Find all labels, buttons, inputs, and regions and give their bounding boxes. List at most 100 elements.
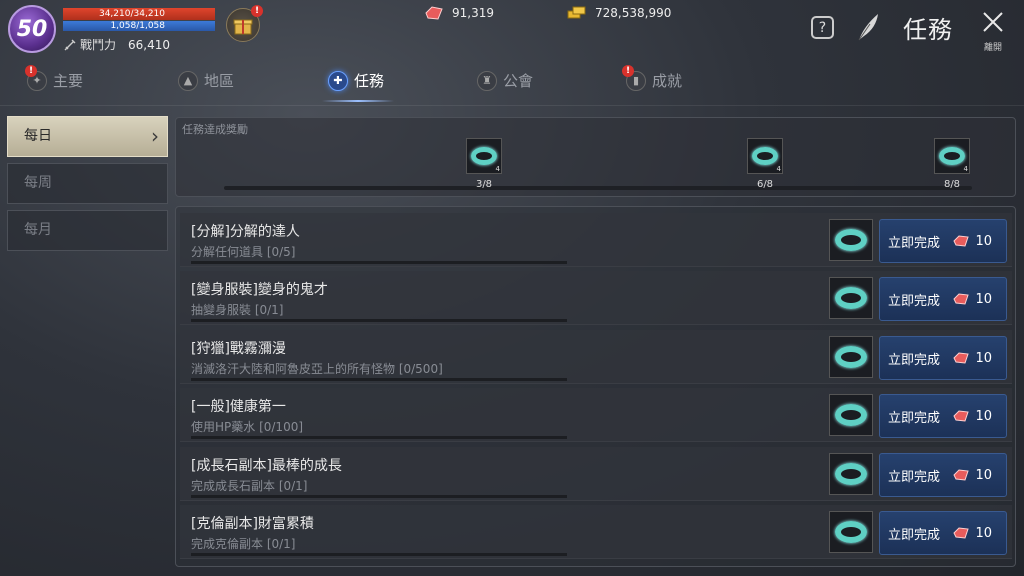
tab-region[interactable]: ▲ 地區	[178, 70, 234, 91]
level-value: 50	[16, 16, 48, 42]
quest-name: [變身服裝]變身的鬼才	[191, 282, 328, 298]
ring-reward-icon	[829, 511, 873, 553]
quest-progress-bar	[191, 319, 567, 322]
tab-guild[interactable]: ♜ 公會	[477, 70, 533, 91]
tab-bar: ✦ ! 主要 ▲ 地區 ✚ 任務 ♜ 公會 ▮ ! 成就	[0, 62, 1024, 106]
quest-name: [分解]分解的達人	[191, 224, 300, 240]
help-button[interactable]: ?	[811, 16, 834, 39]
ring-reward-icon	[829, 219, 873, 261]
quill-button[interactable]	[856, 12, 882, 46]
mp-bar: 1,058/1,058	[63, 21, 215, 31]
quest-row[interactable]: [狩獵]戰霧瀰漫 消滅洛汗大陸和阿魯皮亞上的所有怪物 [0/500] 立即完成 …	[180, 330, 1012, 384]
quest-name: [成長石副本]最棒的成長	[191, 458, 342, 474]
tab-region-label: 地區	[204, 72, 235, 90]
complete-now-button[interactable]: 立即完成 10	[879, 511, 1007, 555]
hp-text: 34,210/34,210	[98, 9, 165, 19]
page-title: 任務	[903, 16, 953, 44]
quest-reward[interactable]	[829, 394, 873, 436]
reward-qty: 4	[963, 165, 968, 173]
quest-desc: 完成成長石副本 [0/1]	[191, 479, 308, 493]
close-button[interactable]: 離開	[978, 10, 1008, 54]
quest-name: [一般]健康第一	[191, 399, 286, 415]
quill-icon	[858, 14, 878, 41]
milestone-reward-2[interactable]: 4 6/8	[747, 138, 783, 190]
gold-icon	[567, 6, 586, 19]
quest-list: [分解]分解的達人 分解任何道具 [0/5] 立即完成 10 [變身服裝]變身的…	[175, 206, 1016, 567]
side-item-monthly[interactable]: 每月	[7, 210, 168, 251]
close-label: 離開	[983, 43, 1002, 53]
top-bar: 50 34,210/34,210 1,058/1,058 戰鬥力 66,410 …	[0, 0, 1024, 60]
gem-icon	[953, 527, 969, 539]
gift-icon	[233, 19, 253, 35]
side-item-daily[interactable]: 每日 ›	[7, 116, 168, 157]
side-item-weekly[interactable]: 每周	[7, 163, 168, 204]
level-badge[interactable]: 50	[8, 5, 56, 53]
gem-icon	[953, 235, 969, 247]
quest-reward[interactable]	[829, 511, 873, 553]
gem-icon	[425, 6, 443, 20]
reward-panel-title: 任務達成獎勵	[182, 123, 248, 136]
complete-cost: 10	[975, 408, 992, 424]
milestone-progress-track	[224, 186, 972, 190]
gem-currency: 91,319	[424, 5, 494, 21]
quest-desc: 使用HP藥水 [0/100]	[191, 420, 304, 434]
milestone-count: 3/8	[475, 179, 493, 190]
gem-icon	[953, 469, 969, 481]
complete-now-button[interactable]: 立即完成 10	[879, 336, 1007, 380]
quest-reward[interactable]	[829, 453, 873, 495]
quest-row[interactable]: [變身服裝]變身的鬼才 抽變身服裝 [0/1] 立即完成 10	[180, 271, 1012, 325]
complete-now-label: 立即完成	[888, 293, 941, 309]
quest-reward[interactable]	[829, 219, 873, 261]
quest-progress-bar	[191, 495, 567, 498]
quest-desc: 抽變身服裝 [0/1]	[191, 303, 284, 317]
side-item-weekly-label: 每周	[24, 175, 52, 191]
quest-reward[interactable]	[829, 336, 873, 378]
gift-alert-badge: !	[251, 5, 263, 17]
quest-desc: 分解任何道具 [0/5]	[191, 245, 296, 259]
tab-main[interactable]: ✦ ! 主要	[25, 64, 84, 91]
quest-desc: 消滅洛汗大陸和阿魯皮亞上的所有怪物 [0/500]	[191, 362, 443, 376]
complete-now-label: 立即完成	[888, 410, 941, 426]
quest-row[interactable]: [成長石副本]最棒的成長 完成成長石副本 [0/1] 立即完成 10	[180, 447, 1012, 501]
complete-now-button[interactable]: 立即完成 10	[879, 394, 1007, 438]
ring-reward-icon	[829, 394, 873, 436]
complete-now-button[interactable]: 立即完成 10	[879, 277, 1007, 321]
gift-button[interactable]: !	[226, 5, 263, 42]
milestone-count: 8/8	[943, 179, 961, 190]
tab-achievement[interactable]: ▮ ! 成就	[622, 64, 683, 91]
complete-now-button[interactable]: 立即完成 10	[879, 453, 1007, 497]
divider	[0, 105, 1024, 106]
quest-progress-bar	[191, 553, 567, 556]
ring-reward-icon: 4	[934, 138, 970, 174]
quest-name: [狩獵]戰霧瀰漫	[191, 341, 286, 357]
quest-progress-bar	[191, 261, 567, 264]
quest-reward[interactable]	[829, 277, 873, 319]
gem-icon	[953, 410, 969, 422]
tab-quest-label: 任務	[354, 72, 385, 90]
milestone-reward-3[interactable]: 4 8/8	[934, 138, 970, 190]
quest-compass-icon: ✚	[328, 70, 348, 91]
tab-quest[interactable]: ✚ 任務	[328, 70, 384, 91]
tab-achievement-label: 成就	[652, 72, 683, 90]
combat-power-label: 戰鬥力	[80, 38, 117, 52]
complete-now-label: 立即完成	[888, 352, 941, 368]
tab-achievement-alert: !	[622, 64, 634, 77]
complete-now-button[interactable]: 立即完成 10	[879, 219, 1007, 263]
milestone-reward-panel: 任務達成獎勵 4 3/8 4 6/8 4 8/8	[175, 117, 1016, 197]
complete-cost: 10	[975, 291, 992, 307]
quest-row[interactable]: [分解]分解的達人 分解任何道具 [0/5] 立即完成 10	[180, 213, 1012, 267]
mountain-icon: ▲	[178, 70, 198, 91]
tab-main-label: 主要	[53, 72, 84, 90]
milestone-reward-1[interactable]: 4 3/8	[466, 138, 502, 190]
reward-qty: 4	[776, 165, 781, 173]
combat-power: 戰鬥力 66,410	[64, 36, 170, 53]
hp-bar: 34,210/34,210	[63, 8, 215, 20]
complete-cost: 10	[975, 525, 992, 541]
quest-row[interactable]: [一般]健康第一 使用HP藥水 [0/100] 立即完成 10	[180, 388, 1012, 442]
complete-now-label: 立即完成	[888, 527, 941, 543]
quest-progress-bar	[191, 378, 567, 381]
complete-cost: 10	[975, 467, 992, 483]
ring-reward-icon: 4	[466, 138, 502, 174]
ring-reward-icon: 4	[747, 138, 783, 174]
quest-row[interactable]: [克倫副本]財富累積 完成克倫副本 [0/1] 立即完成 10	[180, 505, 1012, 559]
